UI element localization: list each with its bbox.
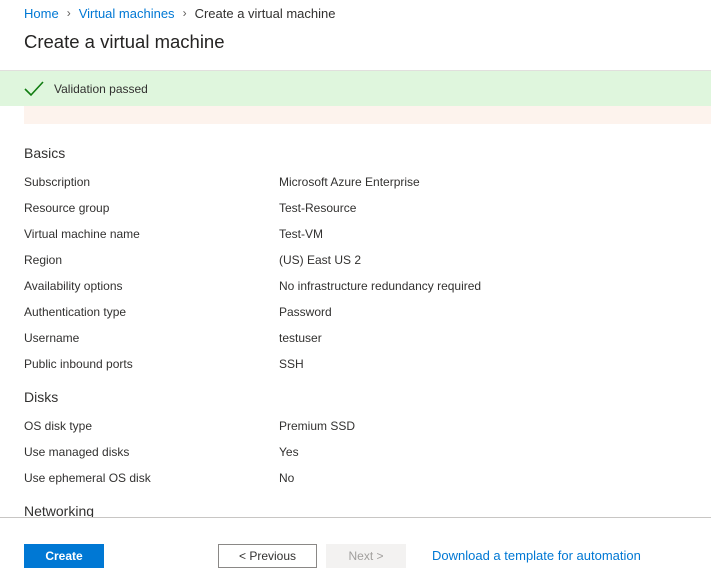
row-value: Test-VM xyxy=(279,227,324,241)
row-value: (US) East US 2 xyxy=(279,253,362,267)
summary-row-resource-group: Resource group Test-Resource xyxy=(24,201,711,219)
chevron-right-icon: › xyxy=(66,6,71,20)
section-heading-basics: Basics xyxy=(24,145,66,161)
row-label: Authentication type xyxy=(24,305,127,319)
row-value: Yes xyxy=(279,445,299,459)
download-template-link[interactable]: Download a template for automation xyxy=(432,548,641,563)
next-button[interactable]: Next > xyxy=(326,544,406,568)
breadcrumb-virtual-machines-link[interactable]: Virtual machines xyxy=(79,6,175,21)
breadcrumb: Home › Virtual machines › Create a virtu… xyxy=(24,5,335,21)
row-label: Public inbound ports xyxy=(24,357,133,371)
row-label: Use ephemeral OS disk xyxy=(24,471,151,485)
summary-row-auth-type: Authentication type Password xyxy=(24,305,711,323)
row-label: Subscription xyxy=(24,175,91,189)
row-value: No infrastructure redundancy required xyxy=(279,279,482,293)
row-value: Premium SSD xyxy=(279,419,356,433)
row-value: Password xyxy=(279,305,332,319)
row-label: OS disk type xyxy=(24,419,93,433)
summary-row-region: Region (US) East US 2 xyxy=(24,253,711,271)
row-value: No xyxy=(279,471,295,485)
row-value: testuser xyxy=(279,331,322,345)
row-label: Use managed disks xyxy=(24,445,130,459)
row-label: Region xyxy=(24,253,63,267)
summary-row-ephemeral-disk: Use ephemeral OS disk No xyxy=(24,471,711,489)
page-title: Create a virtual machine xyxy=(24,31,225,52)
row-value: Microsoft Azure Enterprise xyxy=(279,175,420,189)
notice-strip xyxy=(24,106,711,124)
row-label: Virtual machine name xyxy=(24,227,140,241)
chevron-right-icon: › xyxy=(182,6,187,20)
section-heading-networking: Networking xyxy=(24,503,95,517)
summary-row-availability: Availability options No infrastructure r… xyxy=(24,279,711,297)
summary-row-subscription: Subscription Microsoft Azure Enterprise xyxy=(24,175,711,193)
create-button[interactable]: Create xyxy=(24,544,104,568)
section-heading-disks: Disks xyxy=(24,389,59,405)
validation-banner: Validation passed xyxy=(0,71,711,106)
summary-row-username: Username testuser xyxy=(24,331,711,349)
breadcrumb-current: Create a virtual machine xyxy=(194,5,336,21)
summary-row-inbound-ports: Public inbound ports SSH xyxy=(24,357,711,375)
row-label: Username xyxy=(24,331,80,345)
summary-row-managed-disks: Use managed disks Yes xyxy=(24,445,711,463)
row-value: SSH xyxy=(279,357,304,371)
footer-divider xyxy=(0,517,711,518)
checkmark-icon xyxy=(24,81,44,97)
summary-row-os-disk-type: OS disk type Premium SSD xyxy=(24,419,711,437)
previous-button[interactable]: < Previous xyxy=(218,544,317,568)
row-label: Availability options xyxy=(24,279,123,293)
row-value: Test-Resource xyxy=(279,201,357,215)
validation-message: Validation passed xyxy=(54,82,148,96)
summary-row-vm-name: Virtual machine name Test-VM xyxy=(24,227,711,245)
review-summary: Basics Subscription Microsoft Azure Ente… xyxy=(0,124,711,517)
row-label: Resource group xyxy=(24,201,110,215)
breadcrumb-home-link[interactable]: Home xyxy=(24,6,59,21)
